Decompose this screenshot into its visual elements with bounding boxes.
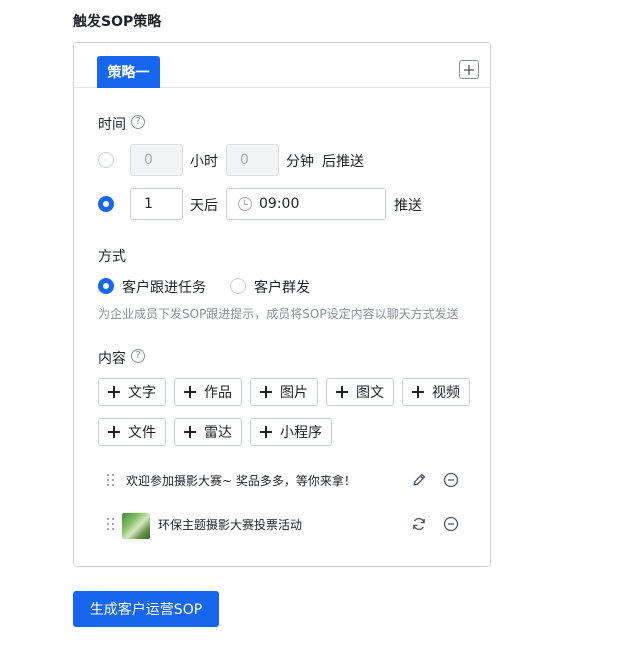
edit-icon[interactable] (411, 472, 427, 488)
minutes-input[interactable]: 0 (226, 144, 279, 176)
plus-icon (412, 386, 424, 398)
image-thumbnail (122, 513, 150, 539)
add-file-label: 文件 (128, 425, 156, 441)
remove-icon[interactable] (443, 472, 459, 488)
plus-icon (108, 426, 120, 438)
plus-icon (184, 386, 196, 398)
days-input[interactable]: 1 (130, 188, 183, 220)
plus-icon (336, 386, 348, 398)
method-group-send-label[interactable]: 客户群发 (254, 277, 310, 297)
minutes-unit: 分钟 (286, 154, 314, 170)
time-option-days-radio[interactable] (98, 196, 114, 212)
add-work-button[interactable]: 作品 (174, 378, 242, 406)
add-video-label: 视频 (432, 385, 460, 401)
add-work-label: 作品 (204, 385, 232, 401)
tab-bar: 策略一 (74, 43, 490, 88)
method-hint: 为企业成员下发SOP跟进提示，成员将SOP设定内容以聊天方式发送 (98, 307, 459, 321)
time-picker-value: 09:00 (259, 196, 300, 212)
add-text-button[interactable]: 文字 (98, 378, 166, 406)
plus-icon (464, 64, 474, 75)
time-option-relative-radio[interactable] (98, 152, 114, 168)
after-push-text: 后推送 (322, 154, 364, 170)
plus-icon (108, 386, 120, 398)
hours-unit: 小时 (190, 154, 218, 170)
push-text: 推送 (394, 198, 422, 214)
section-title: 触发SOP策略 (73, 14, 162, 30)
method-label: 方式 (98, 249, 126, 265)
drag-handle-icon[interactable] (107, 474, 115, 487)
drag-handle-icon[interactable] (107, 518, 115, 531)
content-label: 内容 (98, 351, 126, 367)
strategy-card: 策略一 时间 ? 0 小时 0 分钟 后推送 1 天后 09:00 推送 方式 … (73, 42, 491, 567)
generate-sop-button[interactable]: 生成客户运营SOP (73, 591, 219, 627)
time-label: 时间 (98, 117, 126, 133)
add-tab-button[interactable] (459, 60, 479, 79)
clock-icon (238, 197, 252, 211)
content-item-text: 欢迎参加摄影大赛~ 奖品多多，等你来拿！ (126, 474, 356, 488)
tab-strategy-1[interactable]: 策略一 (97, 56, 160, 88)
add-miniprogram-label: 小程序 (280, 425, 322, 441)
add-article-button[interactable]: 图文 (326, 378, 394, 406)
refresh-icon[interactable] (411, 516, 427, 532)
method-group-send-radio[interactable] (230, 278, 246, 294)
add-image-label: 图片 (280, 385, 308, 401)
method-followup-label[interactable]: 客户跟进任务 (122, 277, 206, 297)
time-picker[interactable]: 09:00 (226, 188, 386, 220)
plus-icon (260, 426, 272, 438)
add-file-button[interactable]: 文件 (98, 418, 166, 446)
help-icon[interactable]: ? (131, 349, 145, 363)
plus-icon (260, 386, 272, 398)
add-article-label: 图文 (356, 385, 384, 401)
add-text-label: 文字 (128, 385, 156, 401)
hours-input[interactable]: 0 (130, 144, 183, 176)
content-item-text: 环保主题摄影大赛投票活动 (158, 518, 303, 532)
remove-icon[interactable] (443, 516, 459, 532)
help-icon[interactable]: ? (131, 115, 145, 129)
days-unit: 天后 (190, 198, 218, 214)
add-radar-label: 雷达 (204, 425, 232, 441)
add-radar-button[interactable]: 雷达 (174, 418, 242, 446)
plus-icon (184, 426, 196, 438)
add-image-button[interactable]: 图片 (250, 378, 318, 406)
add-miniprogram-button[interactable]: 小程序 (250, 418, 332, 446)
add-video-button[interactable]: 视频 (402, 378, 470, 406)
method-followup-radio[interactable] (98, 278, 114, 294)
